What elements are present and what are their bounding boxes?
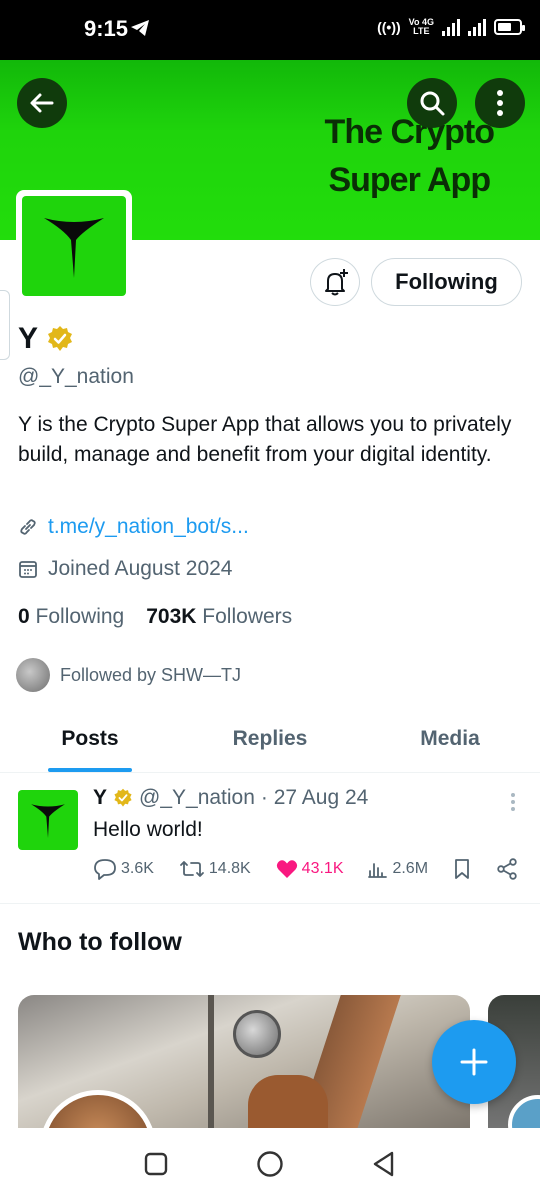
- signal-icon: [442, 18, 460, 36]
- following-count: 0: [18, 605, 30, 628]
- repost-count: 14.8K: [208, 860, 251, 877]
- link-icon: [20, 519, 36, 535]
- status-bar: 9:15 ((•)) Vo 4G LTE: [0, 0, 540, 60]
- view-count: 2.6M: [392, 860, 429, 877]
- y-logo-icon: [31, 804, 65, 838]
- post-date: · 27 Aug 24: [260, 786, 369, 809]
- compose-post-button[interactable]: [432, 1020, 516, 1104]
- share-button[interactable]: [496, 858, 518, 880]
- share-icon: [497, 858, 517, 880]
- like-button[interactable]: 43.1K: [276, 859, 344, 879]
- plus-icon: [460, 1048, 488, 1076]
- more-vertical-icon: [511, 793, 515, 811]
- verified-badge-icon: [114, 788, 132, 807]
- back-nav-button[interactable]: [371, 1150, 397, 1178]
- arrow-left-icon: [30, 93, 54, 113]
- views-button[interactable]: 2.6M: [368, 859, 428, 879]
- suggestion-card[interactable]: [18, 995, 470, 1135]
- search-icon: [420, 91, 445, 116]
- verified-badge-icon: [48, 326, 73, 351]
- card-image-detail: [208, 995, 214, 1135]
- telegram-icon: [130, 18, 150, 43]
- followers-label: Followers: [202, 605, 293, 628]
- avatar: [16, 658, 50, 692]
- search-button[interactable]: [407, 78, 457, 128]
- tab-replies[interactable]: Replies: [180, 715, 360, 772]
- profile-name: Y: [18, 322, 39, 355]
- status-time: 9:15: [84, 16, 129, 41]
- profile-link[interactable]: t.me/y_nation_bot/s...: [48, 515, 249, 539]
- profile-bio: Y is the Crypto Super App that allows yo…: [18, 413, 512, 466]
- heart-filled-icon: [276, 860, 297, 878]
- notifications-button[interactable]: [310, 258, 360, 306]
- post-more-button[interactable]: [510, 792, 516, 817]
- repost-icon: [179, 861, 204, 877]
- post-text: Hello world!: [93, 818, 203, 841]
- calendar-icon: [19, 561, 37, 578]
- post-author-name[interactable]: Y: [93, 786, 107, 810]
- bell-plus-icon: [325, 269, 348, 296]
- who-to-follow-title: Who to follow: [18, 928, 182, 956]
- profile-joined: Joined August 2024: [48, 557, 233, 580]
- following-label: Following: [35, 605, 125, 628]
- hotspot-icon: ((•)): [377, 19, 401, 35]
- like-count: 43.1K: [301, 860, 344, 877]
- system-navigation-bar: [0, 1128, 540, 1200]
- profile-handle: @_Y_nation: [18, 365, 134, 388]
- more-vertical-icon: [497, 90, 503, 116]
- followers-count: 703K: [146, 605, 197, 628]
- post-header: Y @_Y_nation · 27 Aug 24: [93, 786, 368, 810]
- reply-count: 3.6K: [121, 860, 154, 877]
- follow-counts: 0 Following 703K Followers: [18, 605, 292, 629]
- profile-tabs: Posts Replies Media: [0, 715, 540, 773]
- signal-icon-2: [468, 18, 486, 36]
- banner-text: The Crypto Super App: [324, 113, 495, 199]
- following-button[interactable]: Following: [371, 258, 522, 306]
- bookmark-icon: [455, 859, 469, 879]
- active-tab-indicator: [48, 768, 132, 772]
- back-button[interactable]: [17, 78, 67, 128]
- network-type: Vo 4G LTE: [408, 17, 434, 36]
- side-drawer-handle[interactable]: [0, 290, 10, 360]
- more-options-button[interactable]: [475, 78, 525, 128]
- profile-avatar[interactable]: [16, 190, 132, 302]
- followed-by-row[interactable]: Followed by SHW—TJ: [16, 658, 241, 692]
- reply-button[interactable]: 3.6K: [93, 858, 154, 880]
- post-actions: 3.6K 14.8K 43.1K 2.6M: [93, 858, 518, 880]
- post-author-handle: @_Y_nation: [139, 786, 255, 809]
- post-item[interactable]: Y @_Y_nation · 27 Aug 24 Hello world! 3.…: [0, 774, 540, 904]
- battery-icon: [494, 19, 525, 35]
- profile-link-row[interactable]: t.me/y_nation_bot/s...: [18, 515, 249, 539]
- repost-button[interactable]: 14.8K: [179, 858, 251, 880]
- following-count-link[interactable]: 0 Following: [18, 605, 124, 629]
- followed-by-text: Followed by SHW—TJ: [60, 664, 242, 685]
- profile-name-row: Y: [18, 322, 74, 356]
- card-image-detail: [248, 1075, 328, 1135]
- tab-posts[interactable]: Posts: [0, 715, 180, 772]
- profile-joined-row: Joined August 2024: [18, 557, 233, 581]
- y-logo-icon: [44, 218, 104, 278]
- post-avatar[interactable]: [18, 790, 78, 850]
- home-button[interactable]: [255, 1149, 285, 1179]
- recent-apps-button[interactable]: [143, 1151, 169, 1177]
- views-icon: [368, 863, 388, 878]
- tab-media[interactable]: Media: [360, 715, 540, 772]
- card-image-detail: [233, 1010, 281, 1058]
- reply-icon: [94, 859, 116, 880]
- followers-count-link[interactable]: 703K Followers: [146, 605, 292, 629]
- bookmark-button[interactable]: [453, 858, 471, 880]
